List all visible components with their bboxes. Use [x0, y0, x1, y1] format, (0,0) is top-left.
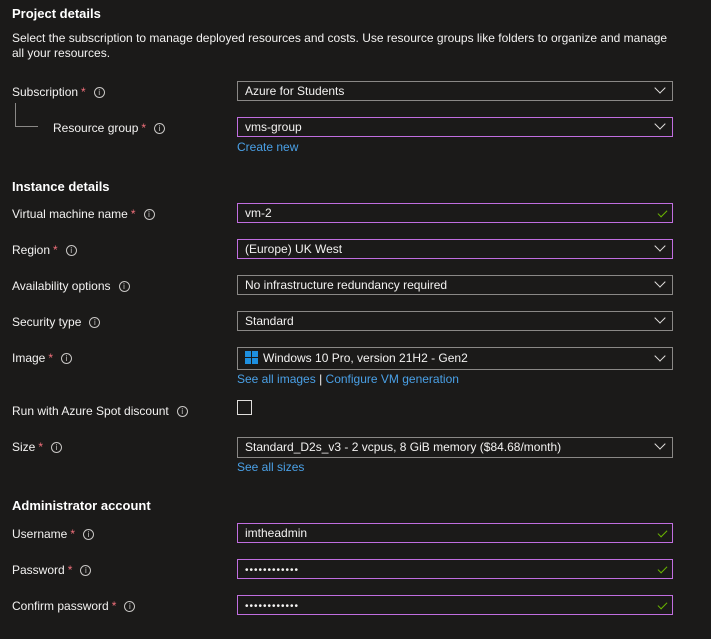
- security-type-value: Standard: [245, 314, 294, 328]
- security-type-label: Security type: [12, 315, 82, 329]
- info-icon[interactable]: i: [154, 123, 166, 134]
- chevron-down-icon: [654, 240, 666, 252]
- spot-discount-checkbox[interactable]: [237, 400, 252, 415]
- region-label: Region: [12, 243, 51, 257]
- username-label: Username: [12, 527, 68, 541]
- info-icon[interactable]: i: [118, 281, 130, 292]
- spot-label-row: Run with Azure Spot discount i: [12, 403, 188, 419]
- chevron-down-icon: [654, 118, 666, 130]
- see-all-sizes-link[interactable]: See all sizes: [237, 460, 304, 474]
- info-icon[interactable]: i: [124, 601, 136, 612]
- tree-connector: [15, 103, 38, 127]
- image-links: See all images | Configure VM generation: [237, 372, 459, 386]
- vm-name-label-row: Virtual machine name * i: [12, 206, 155, 222]
- resource-group-label-row: Resource group * i: [53, 120, 166, 136]
- image-label-row: Image * i: [12, 350, 73, 366]
- security-type-dropdown[interactable]: Standard: [237, 311, 673, 331]
- image-label: Image: [12, 351, 46, 365]
- confirm-password-label-row: Confirm password * i: [12, 598, 136, 614]
- required-marker: *: [53, 243, 58, 257]
- chevron-down-icon: [654, 312, 666, 324]
- info-icon[interactable]: i: [176, 406, 188, 417]
- resource-group-value: vms-group: [245, 120, 302, 134]
- vm-name-label: Virtual machine name: [12, 207, 128, 221]
- region-value: (Europe) UK West: [245, 242, 343, 256]
- size-dropdown[interactable]: Standard_D2s_v3 - 2 vcpus, 8 GiB memory …: [237, 437, 673, 458]
- password-value: ••••••••••••: [245, 565, 300, 576]
- confirm-password-input[interactable]: ••••••••••••: [237, 595, 673, 615]
- resource-group-label: Resource group: [53, 121, 139, 135]
- project-details-description: Select the subscription to manage deploy…: [12, 31, 668, 60]
- checkmark-icon: [657, 599, 668, 610]
- chevron-down-icon: [654, 276, 666, 288]
- required-marker: *: [130, 207, 136, 221]
- subscription-label: Subscription: [12, 85, 79, 99]
- chevron-down-icon: [654, 350, 666, 362]
- required-marker: *: [67, 563, 73, 577]
- username-label-row: Username * i: [12, 526, 95, 542]
- availability-dropdown[interactable]: No infrastructure redundancy required: [237, 275, 673, 295]
- subscription-label-row: Subscription * i: [12, 84, 105, 100]
- security-type-label-row: Security type i: [12, 314, 101, 330]
- checkmark-icon: [657, 207, 668, 218]
- checkmark-icon: [657, 563, 668, 574]
- size-label-row: Size * i: [12, 439, 63, 455]
- required-marker: *: [81, 85, 86, 99]
- link-separator: |: [319, 372, 323, 386]
- availability-value: No infrastructure redundancy required: [245, 278, 448, 292]
- vm-name-value: vm-2: [245, 206, 272, 220]
- username-input[interactable]: imtheadmin: [237, 523, 673, 543]
- create-new-link[interactable]: Create new: [237, 140, 298, 154]
- project-details-heading: Project details: [12, 6, 101, 21]
- info-icon[interactable]: i: [65, 245, 77, 256]
- subscription-value: Azure for Students: [245, 84, 345, 98]
- info-icon[interactable]: i: [51, 442, 63, 453]
- configure-vm-generation-link[interactable]: Configure VM generation: [326, 372, 459, 386]
- windows-logo-icon: [245, 351, 258, 364]
- confirm-password-label: Confirm password: [12, 599, 109, 613]
- password-label: Password: [12, 563, 65, 577]
- info-icon[interactable]: i: [93, 87, 105, 98]
- image-dropdown[interactable]: Windows 10 Pro, version 21H2 - Gen2: [237, 347, 673, 370]
- info-icon[interactable]: i: [83, 529, 95, 540]
- region-dropdown[interactable]: (Europe) UK West: [237, 239, 673, 259]
- required-marker: *: [48, 351, 54, 365]
- password-input[interactable]: ••••••••••••: [237, 559, 673, 579]
- image-value: Windows 10 Pro, version 21H2 - Gen2: [263, 351, 468, 365]
- username-value: imtheadmin: [245, 526, 308, 540]
- required-marker: *: [141, 121, 147, 135]
- checkmark-icon: [657, 527, 668, 538]
- resource-group-dropdown[interactable]: vms-group: [237, 117, 673, 137]
- info-icon[interactable]: i: [89, 317, 101, 328]
- vm-name-input[interactable]: vm-2: [237, 203, 673, 223]
- password-label-row: Password * i: [12, 562, 92, 578]
- availability-label-row: Availability options i: [12, 278, 130, 294]
- availability-label: Availability options: [12, 279, 111, 293]
- required-marker: *: [38, 440, 44, 454]
- info-icon[interactable]: i: [143, 209, 155, 220]
- required-marker: *: [70, 527, 76, 541]
- region-label-row: Region * i: [12, 242, 77, 258]
- info-icon[interactable]: i: [80, 565, 92, 576]
- see-all-images-link[interactable]: See all images: [237, 372, 316, 386]
- spot-label: Run with Azure Spot discount: [12, 404, 169, 418]
- info-icon[interactable]: i: [61, 353, 73, 364]
- chevron-down-icon: [654, 82, 666, 94]
- subscription-dropdown[interactable]: Azure for Students: [237, 81, 673, 101]
- size-label: Size: [12, 440, 36, 454]
- confirm-password-value: ••••••••••••: [245, 601, 300, 612]
- chevron-down-icon: [654, 438, 666, 450]
- instance-details-heading: Instance details: [12, 179, 110, 194]
- required-marker: *: [111, 599, 117, 613]
- administrator-account-heading: Administrator account: [12, 498, 151, 513]
- size-value: Standard_D2s_v3 - 2 vcpus, 8 GiB memory …: [245, 440, 562, 454]
